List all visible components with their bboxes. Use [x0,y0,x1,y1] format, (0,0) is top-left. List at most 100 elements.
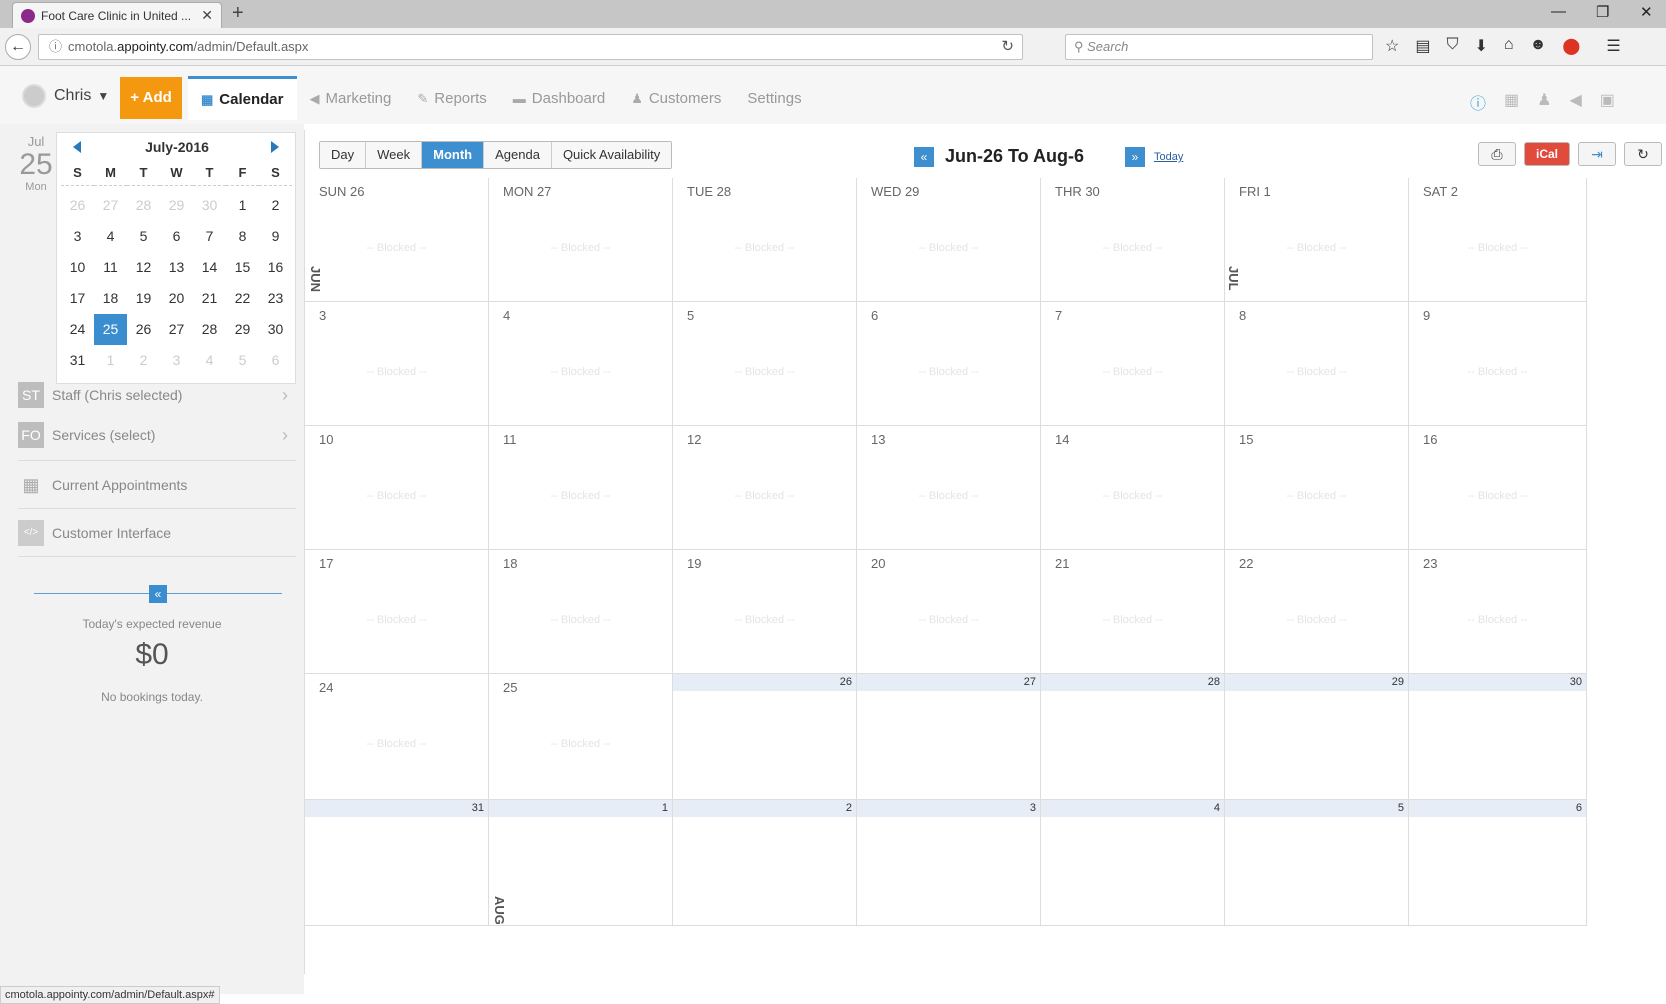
calendar-day-cell[interactable]: 6 [1409,800,1587,926]
mini-calendar-day[interactable]: 19 [127,283,160,314]
mini-calendar-day[interactable]: 17 [61,283,94,314]
mini-calendar-day[interactable]: 18 [94,283,127,314]
mini-calendar-day[interactable]: 1 [94,345,127,376]
mini-calendar-day[interactable]: 27 [160,314,193,345]
calendar-day-cell[interactable]: 5 -- Blocked -- [673,302,857,426]
mini-calendar-day[interactable]: 16 [259,252,292,283]
calendar-day-cell[interactable]: 30 [1409,674,1587,800]
add-button[interactable]: + Add [120,77,182,119]
nav-calendar[interactable]: ▦ Calendar [188,76,297,120]
mini-calendar-day[interactable]: 23 [259,283,292,314]
calendar-day-cell[interactable]: THR 30 -- Blocked -- [1041,178,1225,302]
calendar-day-cell[interactable]: 15 -- Blocked -- [1225,426,1409,550]
mini-calendar-day[interactable]: 13 [160,252,193,283]
staff-filter[interactable]: ST Staff (Chris selected) › [18,382,296,408]
mini-calendar-day[interactable]: 5 [127,221,160,252]
minimize-icon[interactable]: — [1551,3,1566,20]
calendar-day-cell[interactable]: 13 -- Blocked -- [857,426,1041,550]
calendar-day-cell[interactable]: 27 [857,674,1041,800]
mini-calendar-day[interactable]: 31 [61,345,94,376]
refresh-icon[interactable]: ↻ [1624,142,1662,166]
calendar-day-cell[interactable]: 18 -- Blocked -- [489,550,673,674]
calendar-day-cell[interactable]: 29 [1225,674,1409,800]
mini-calendar-day[interactable]: 4 [193,345,226,376]
mini-calendar-day[interactable]: 27 [94,190,127,221]
mini-calendar-day[interactable]: 5 [226,345,259,376]
restore-icon[interactable]: ❐ [1596,3,1609,21]
menu-icon[interactable]: ☰ [1606,36,1620,56]
ical-button[interactable]: iCal [1524,142,1570,166]
mini-calendar-day[interactable]: 8 [226,221,259,252]
print-icon[interactable]: ⎙ [1478,142,1516,166]
export-icon[interactable]: ⇥ [1578,142,1616,166]
calendar-day-cell[interactable]: 9 -- Blocked -- [1409,302,1587,426]
view-week-button[interactable]: Week [366,142,423,168]
mini-calendar-day[interactable]: 26 [127,314,160,345]
calendar-day-cell[interactable]: SAT 2 -- Blocked -- [1409,178,1587,302]
mini-calendar-day[interactable]: 6 [160,221,193,252]
back-arrow-icon[interactable]: ← [5,34,31,60]
pocket-icon[interactable]: ⛉ [1446,36,1458,56]
calendar-day-cell[interactable]: FRI 1 -- Blocked -- [1225,178,1409,302]
mini-calendar-day[interactable]: 20 [160,283,193,314]
calendar-day-cell[interactable]: 5 [1225,800,1409,926]
mini-calendar-day[interactable]: 29 [160,190,193,221]
calendar-day-cell[interactable]: 17 -- Blocked -- [305,550,489,674]
calendar-day-cell[interactable]: 3 -- Blocked -- [305,302,489,426]
mini-calendar-day[interactable]: 24 [61,314,94,345]
quick-customers-icon[interactable]: ♟ [1537,90,1551,114]
mini-calendar-day[interactable]: 28 [193,314,226,345]
calendar-day-cell[interactable]: 22 -- Blocked -- [1225,550,1409,674]
new-tab-icon[interactable]: + [232,2,244,25]
mini-calendar-day[interactable]: 14 [193,252,226,283]
calendar-day-cell[interactable]: 28 [1041,674,1225,800]
mini-calendar-day[interactable]: 3 [160,345,193,376]
user-menu[interactable]: Chris ▼ [22,84,109,108]
view-day-button[interactable]: Day [320,142,367,168]
calendar-day-cell[interactable]: 4 -- Blocked -- [489,302,673,426]
bookmark-star-icon[interactable]: ☆ [1385,36,1399,56]
mini-calendar-day[interactable]: 29 [226,314,259,345]
reading-list-icon[interactable]: ▤ [1415,36,1430,56]
mini-calendar-day[interactable]: 1 [226,190,259,221]
nav-dashboard[interactable]: ▬ Dashboard [500,76,618,122]
mini-calendar-day[interactable]: 22 [226,283,259,314]
calendar-day-cell[interactable]: 12 -- Blocked -- [673,426,857,550]
calendar-day-cell[interactable]: 20 -- Blocked -- [857,550,1041,674]
mini-calendar-day[interactable]: 3 [61,221,94,252]
calendar-day-cell[interactable]: 24 -- Blocked -- [305,674,489,800]
mini-calendar-day[interactable]: 7 [193,221,226,252]
view-quick-availability-button[interactable]: Quick Availability [551,142,672,168]
calendar-day-cell[interactable]: 31 [305,800,489,926]
browser-search-input[interactable]: ⚲ Search [1065,34,1373,60]
calendar-day-cell[interactable]: 19 -- Blocked -- [673,550,857,674]
mini-calendar-day[interactable]: 12 [127,252,160,283]
calendar-day-cell[interactable]: 2 [673,800,857,926]
profile-icon[interactable]: ☻ [1530,36,1547,56]
calendar-day-cell[interactable]: 8 -- Blocked -- [1225,302,1409,426]
mini-calendar-day[interactable]: 9 [259,221,292,252]
calendar-day-cell[interactable]: 10 -- Blocked -- [305,426,489,550]
reload-icon[interactable]: ↻ [1001,35,1014,59]
nav-customers[interactable]: ♟ Customers [618,76,734,122]
close-tab-icon[interactable]: ✕ [201,7,213,24]
collapse-sidebar-icon[interactable]: « [149,585,167,603]
calendar-day-cell[interactable]: 14 -- Blocked -- [1041,426,1225,550]
calendar-day-cell[interactable]: 26 [673,674,857,800]
mini-calendar-day[interactable]: 26 [61,190,94,221]
view-agenda-button[interactable]: Agenda [484,142,552,168]
calendar-day-cell[interactable]: WED 29 -- Blocked -- [857,178,1041,302]
calendar-day-cell[interactable]: 25 -- Blocked -- [489,674,673,800]
calendar-day-cell[interactable]: 16 -- Blocked -- [1409,426,1587,550]
mini-calendar-day[interactable]: 30 [193,190,226,221]
mini-calendar-day[interactable]: 21 [193,283,226,314]
calendar-day-cell[interactable]: TUE 28 -- Blocked -- [673,178,857,302]
calendar-day-cell[interactable]: 11 -- Blocked -- [489,426,673,550]
calendar-day-cell[interactable]: 1 [489,800,673,926]
calendar-day-cell[interactable]: SUN 26 -- Blocked -- [305,178,489,302]
calendar-day-cell[interactable]: 3 [857,800,1041,926]
mini-calendar-day[interactable]: 28 [127,190,160,221]
mini-calendar-day[interactable]: 10 [61,252,94,283]
services-filter[interactable]: FO Services (select) › [18,422,296,448]
nav-marketing[interactable]: ◀ Marketing [297,76,405,122]
